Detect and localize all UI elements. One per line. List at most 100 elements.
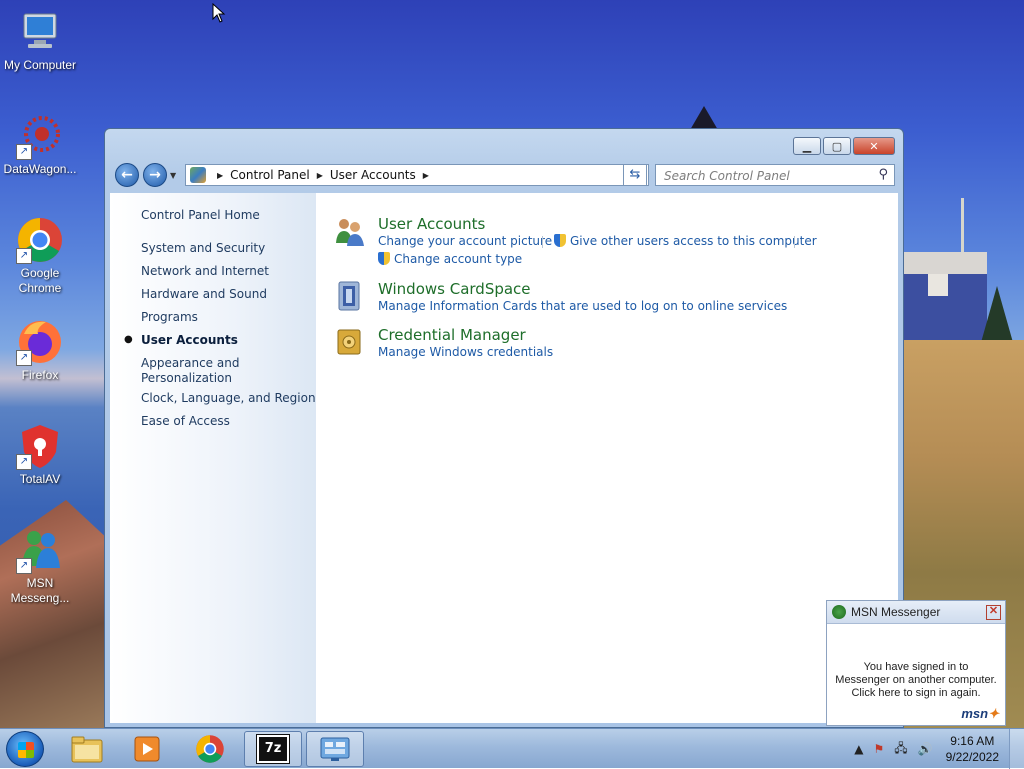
category-title[interactable]: Credential Manager	[378, 326, 526, 344]
windows-logo-icon	[18, 742, 34, 758]
nav-ease-of-access[interactable]: Ease of Access	[141, 414, 230, 429]
address-bar[interactable]: ▶ Control Panel ▶ User Accounts ▶ ▼	[185, 164, 649, 186]
desktop-icon-datawagon[interactable]: ↗ DataWagon...	[0, 112, 80, 177]
nav-user-accounts[interactable]: User Accounts	[141, 333, 238, 348]
change-account-type-link[interactable]: Change account type	[378, 252, 522, 266]
desktop-icon-label: My Computer	[3, 58, 77, 72]
firefox-icon: ↗	[16, 318, 64, 366]
minimize-button[interactable]: ▁	[793, 137, 821, 155]
nav-system-and-security[interactable]: System and Security	[141, 241, 265, 256]
control-panel-icon	[320, 737, 350, 761]
7zip-icon: 7z	[256, 734, 290, 764]
7zip-label: 7z	[264, 741, 282, 756]
category-title[interactable]: User Accounts	[378, 215, 485, 233]
show-hidden-icons-button[interactable]: ▲	[854, 742, 863, 756]
refresh-icon: ⇆	[629, 167, 641, 182]
nav-hardware-and-sound[interactable]: Hardware and Sound	[141, 287, 267, 302]
house-roof	[903, 252, 987, 274]
breadcrumb-user-accounts[interactable]: User Accounts	[330, 168, 416, 182]
link-separator	[542, 236, 543, 248]
taskbar-control-panel[interactable]	[306, 731, 364, 767]
taskbar-chrome[interactable]	[181, 731, 239, 767]
breadcrumb-arrow-icon[interactable]: ▶	[423, 171, 429, 180]
start-button[interactable]	[6, 731, 44, 767]
system-tray: ▲ ⚑ 🖧 🔊 9:16 AM 9/22/2022	[849, 729, 1024, 769]
nav-appearance-and-personalization[interactable]: Appearance and Personalization	[141, 356, 241, 386]
back-button[interactable]: ←	[115, 163, 139, 187]
active-bullet-icon: ●	[124, 334, 133, 345]
nav-control-panel-home[interactable]: Control Panel Home	[141, 208, 260, 223]
desktop-icon-totalav[interactable]: ↗ TotalAV	[0, 422, 80, 487]
desktop-icon-firefox[interactable]: ↗ Firefox	[0, 318, 80, 383]
control-panel-window: ▁ ▢ ✕ ← → ▼ ▶ Control Panel ▶ User Accou…	[104, 128, 904, 728]
link-text: Change account type	[394, 252, 523, 266]
desktop-icon-my-computer[interactable]: My Computer	[0, 8, 80, 73]
clock[interactable]: 9:16 AM 9/22/2022	[946, 733, 999, 765]
link-text: Give other users access to this computer	[570, 234, 817, 248]
taskbar-explorer[interactable]	[58, 731, 116, 767]
left-navigation-pane: Control Panel Home System and Security N…	[110, 193, 316, 723]
cardspace-icon	[334, 280, 364, 311]
desktop-icon-label: TotalAV	[19, 472, 61, 486]
window-controls: ▁ ▢ ✕	[793, 137, 895, 155]
shortcut-arrow-icon: ↗	[16, 454, 32, 470]
navigation-bar: ← → ▼ ▶ Control Panel ▶ User Accounts ▶ …	[113, 161, 897, 187]
datawagon-icon: ↗	[16, 112, 64, 160]
lighthouse-spire	[690, 106, 718, 130]
show-desktop-button[interactable]	[1009, 729, 1024, 769]
nav-clock-language-region[interactable]: Clock, Language, and Region	[141, 391, 316, 406]
search-icon[interactable]: ⚲	[878, 167, 888, 182]
msn-popup-message[interactable]: You have signed in to Messenger on anoth…	[827, 653, 1005, 700]
window-content: Control Panel Home System and Security N…	[110, 193, 898, 723]
uac-shield-icon	[554, 234, 566, 247]
desktop-icon-label: Google Chrome	[18, 266, 62, 295]
close-button[interactable]: ✕	[853, 137, 895, 155]
msn-logo: msn✦	[961, 706, 999, 722]
network-icon[interactable]: 🖧	[894, 739, 907, 760]
desktop-icon-label: MSN Messeng...	[10, 576, 70, 605]
chrome-icon: ↗	[16, 216, 64, 264]
manage-windows-credentials-link[interactable]: Manage Windows credentials	[378, 345, 553, 359]
desktop-icon-label: DataWagon...	[3, 162, 77, 176]
recent-pages-dropdown[interactable]: ▼	[170, 171, 176, 180]
action-center-flag-icon[interactable]: ⚑	[874, 742, 885, 756]
msn-logo-text: msn	[961, 706, 989, 721]
refresh-button[interactable]: ⇆	[623, 164, 647, 186]
msn-notification-popup[interactable]: MSN Messenger ✕ You have signed in to Me…	[826, 600, 1006, 726]
msn-buddy-icon	[832, 605, 846, 619]
change-account-picture-link[interactable]: Change your account picture	[378, 234, 552, 248]
give-other-users-access-link[interactable]: Give other users access to this computer	[554, 234, 817, 248]
computer-icon	[16, 8, 64, 56]
media-player-icon	[134, 736, 160, 762]
user-accounts-icon	[334, 215, 364, 246]
main-pane: User Accounts Change your account pictur…	[316, 193, 898, 723]
taskbar-media-player[interactable]	[118, 731, 176, 767]
nav-network-and-internet[interactable]: Network and Internet	[141, 264, 269, 279]
credential-manager-icon	[334, 326, 364, 356]
clock-time: 9:16 AM	[950, 734, 995, 748]
msn-popup-title: MSN Messenger	[851, 605, 941, 619]
mouse-cursor-icon	[212, 3, 226, 23]
uac-shield-icon	[378, 252, 390, 265]
desktop-icon-msn-messenger[interactable]: ↗ MSN Messeng...	[0, 526, 80, 606]
maximize-button[interactable]: ▢	[823, 137, 851, 155]
link-separator	[794, 236, 795, 248]
taskbar: 7z ▲ ⚑ 🖧 🔊 9:16 AM 9/22/2022	[0, 728, 1024, 769]
nav-programs[interactable]: Programs	[141, 310, 198, 325]
msn-close-button[interactable]: ✕	[986, 604, 1001, 620]
msn-messenger-icon: ↗	[16, 526, 64, 574]
category-title[interactable]: Windows CardSpace	[378, 280, 531, 298]
volume-icon[interactable]: 🔊	[918, 742, 933, 756]
shortcut-arrow-icon: ↗	[16, 558, 32, 574]
desktop-icon-label: Firefox	[21, 368, 59, 382]
search-box[interactable]: ⚲	[655, 164, 895, 186]
breadcrumb-arrow-icon[interactable]: ▶	[317, 171, 323, 180]
manage-information-cards-link[interactable]: Manage Information Cards that are used t…	[378, 299, 787, 313]
forward-button[interactable]: →	[143, 163, 167, 187]
breadcrumb-arrow-icon[interactable]: ▶	[217, 171, 223, 180]
shortcut-arrow-icon: ↗	[16, 144, 32, 160]
search-input[interactable]	[662, 166, 876, 186]
breadcrumb-control-panel[interactable]: Control Panel	[230, 168, 310, 182]
desktop-icon-google-chrome[interactable]: ↗ Google Chrome	[0, 216, 80, 296]
taskbar-7zip[interactable]: 7z	[244, 731, 302, 767]
